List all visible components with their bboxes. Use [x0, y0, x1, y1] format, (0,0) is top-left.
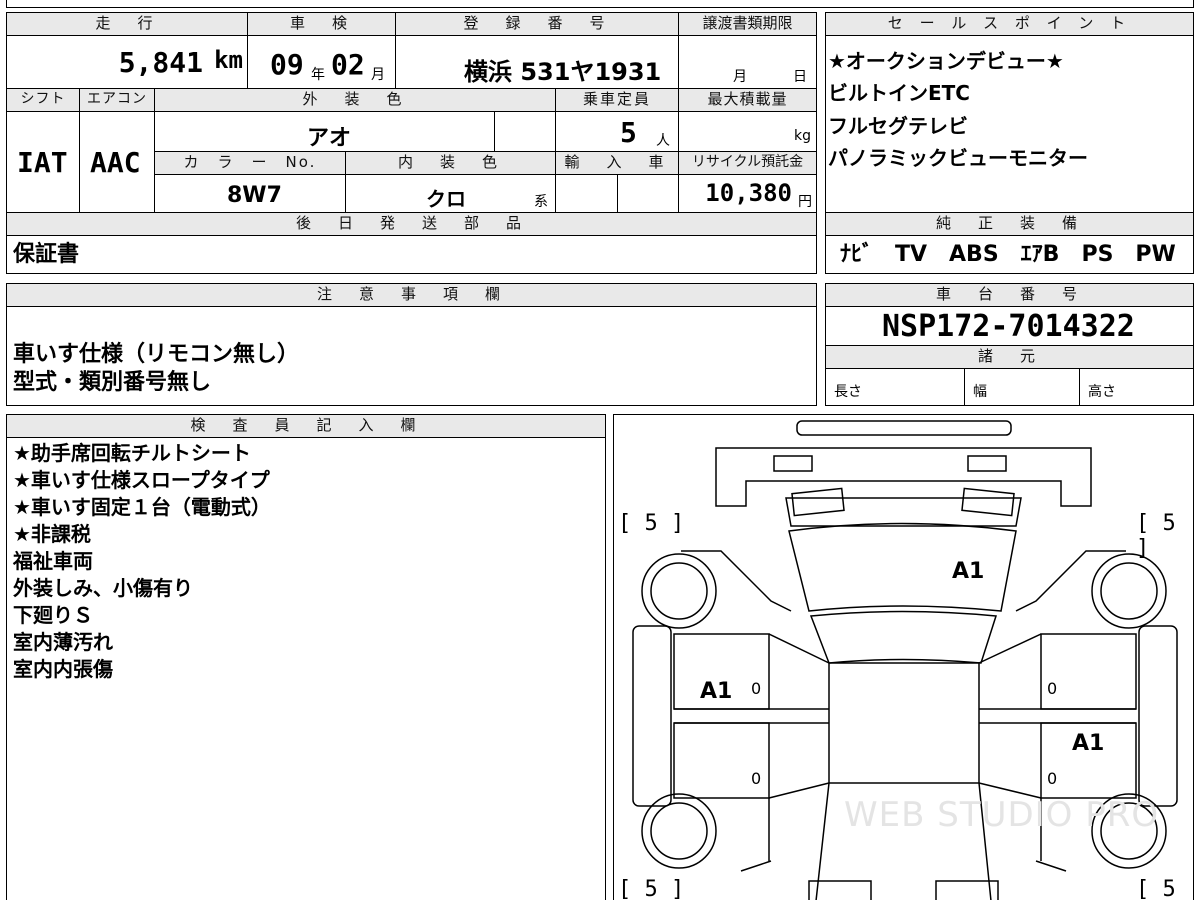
zero-mark-4: 0: [1047, 769, 1058, 788]
chassis-cell: NSP172-7014322: [825, 306, 1194, 346]
aircon-value: AAC: [90, 146, 141, 179]
chassis-value: NSP172-7014322: [882, 309, 1135, 344]
later-shipment-cell: 保証書: [6, 235, 817, 274]
inspector-line-6: 外装しみ、小傷有り: [13, 576, 193, 600]
color-no-cell: 8W7: [154, 174, 346, 213]
tire-tr-label: [ 5 ]: [1136, 511, 1176, 561]
shift-value: IAT: [17, 146, 68, 179]
exterior-color-cell: アオ: [154, 111, 495, 152]
shift-header: シフト: [6, 88, 80, 112]
specs-width-cell: 幅: [964, 368, 1080, 406]
left-door-damage-mark: A1: [700, 679, 733, 704]
interior-color-header: 内 装 色: [345, 151, 556, 175]
sales-point-1: ★オークションデビュー★: [828, 49, 1064, 73]
sales-points-header: セ ー ル ス ポ イ ン ト: [825, 12, 1194, 36]
specs-length-cell: 長さ: [825, 368, 965, 406]
zero-mark-2: 0: [1047, 679, 1058, 698]
interior-color-cell: クロ 系: [345, 174, 556, 213]
specs-header: 諸 元: [825, 345, 1194, 369]
specs-length-label: 長さ: [834, 384, 862, 400]
inspector-header: 検 査 員 記 入 欄: [6, 414, 606, 438]
import-header: 輸 入 車: [555, 151, 679, 175]
transfer-day-unit: 日: [793, 69, 807, 85]
tire-bl-label: [ 5 ]: [618, 877, 685, 900]
transfer-deadline-header: 譲渡書類期限: [678, 12, 817, 36]
inspector-line-1: ★助手席回転チルトシート: [13, 441, 251, 465]
max-load-unit: kg: [794, 128, 811, 144]
transfer-deadline-cell: 月 日: [678, 35, 817, 89]
capacity-header: 乗車定員: [555, 88, 679, 112]
inspector-box: ★助手席回転チルトシート ★車いす仕様スロープタイプ ★車いす固定１台（電動式）…: [6, 437, 606, 900]
mileage-value: 5,841: [118, 46, 203, 79]
interior-color-value: クロ: [426, 187, 466, 211]
capacity-unit: 人: [656, 133, 670, 149]
windshield-damage-mark: A1: [952, 559, 985, 584]
chassis-header: 車 台 番 号: [825, 283, 1194, 307]
color-no-header: カ ラ ー No.: [154, 151, 346, 175]
zero-mark-1: 0: [751, 679, 762, 698]
sales-point-3: フルセグテレビ: [828, 114, 968, 138]
capacity-value: 5: [620, 116, 637, 149]
inspector-line-9: 室内内張傷: [13, 657, 113, 681]
inspector-line-2: ★車いす仕様スロープタイプ: [13, 468, 270, 492]
recycle-header: リサイクル預託金: [678, 151, 817, 175]
specs-width-label: 幅: [973, 384, 987, 400]
inspector-line-3: ★車いす固定１台（電動式）: [13, 495, 271, 519]
notes-box: 車いす仕様（リモコン無し） 型式・類別番号無し: [6, 306, 817, 406]
specs-height-label: 高さ: [1088, 384, 1116, 400]
color-no-value: 8W7: [227, 183, 282, 208]
notes-line-1: 車いす仕様（リモコン無し）: [13, 342, 300, 367]
tire-tl-label: [ 5 ]: [618, 511, 685, 536]
genuine-equipment-cell: ﾅﾋﾞ TV ABS ｴｱB PS PW: [825, 235, 1194, 274]
mileage-header: 走 行: [6, 12, 248, 36]
shift-cell: IAT: [6, 111, 80, 213]
recycle-unit: 円: [798, 194, 812, 210]
shaken-header: 車 検: [247, 12, 396, 36]
registration-header: 登 録 番 号: [395, 12, 679, 36]
registration-number: 横浜 531ヤ1931: [464, 58, 662, 86]
mileage-cell: 5,841 km: [6, 35, 248, 89]
exterior-color-extra-cell: [494, 111, 556, 152]
shaken-year: 09: [270, 48, 304, 81]
interior-color-suffix: 系: [534, 194, 548, 210]
aircon-header: エアコン: [79, 88, 155, 112]
sales-points-box: ★オークションデビュー★ ビルトインETC フルセグテレビ パノラミックビューモ…: [825, 35, 1194, 213]
top-cutoff-strip: [6, 0, 1194, 8]
inspector-line-7: 下廻りＳ: [13, 603, 93, 627]
shaken-month: 02: [331, 48, 365, 81]
max-load-cell: kg: [678, 111, 817, 152]
car-diagram-box: [ 5 ] [ 5 ] [ 5 ] [ 5 ] A1 A1 A1 0 0 0 0…: [613, 414, 1194, 900]
notes-line-2: 型式・類別番号無し: [13, 370, 212, 395]
specs-height-cell: 高さ: [1079, 368, 1194, 406]
capacity-cell: 5 人: [555, 111, 679, 152]
shaken-month-unit: 月: [371, 67, 385, 83]
import-cell-right: [617, 174, 679, 213]
shaken-cell: 09 年 02 月: [247, 35, 396, 89]
later-shipment-header: 後 日 発 送 部 品: [6, 212, 817, 236]
inspector-line-5: 福祉車両: [13, 549, 93, 573]
max-load-header: 最大積載量: [678, 88, 817, 112]
watermark: WEB STUDIO PRO: [844, 795, 1160, 835]
aircon-cell: AAC: [79, 111, 155, 213]
sales-point-2: ビルトインETC: [828, 81, 970, 105]
recycle-cell: 10,380 円: [678, 174, 817, 213]
inspector-line-4: ★非課税: [13, 522, 91, 546]
shaken-year-unit: 年: [311, 67, 325, 83]
exterior-color-header: 外 装 色: [154, 88, 556, 112]
zero-mark-3: 0: [751, 769, 762, 788]
import-cell-left: [555, 174, 618, 213]
exterior-color-value: アオ: [307, 126, 352, 151]
genuine-equipment-header: 純 正 装 備: [825, 212, 1194, 236]
transfer-month-unit: 月: [733, 69, 747, 85]
notes-header: 注 意 事 項 欄: [6, 283, 817, 307]
genuine-equipment-value: ﾅﾋﾞ TV ABS ｴｱB PS PW: [840, 242, 1176, 267]
inspector-line-8: 室内薄汚れ: [13, 630, 113, 654]
registration-cell: 横浜 531ヤ1931: [395, 35, 679, 89]
later-shipment-value: 保証書: [13, 242, 80, 267]
right-door-damage-mark: A1: [1072, 731, 1105, 756]
recycle-value: 10,380: [705, 179, 792, 207]
sales-point-4: パノラミックビューモニター: [828, 146, 1088, 170]
mileage-unit: km: [214, 46, 243, 74]
tire-br-label: [ 5 ]: [1136, 877, 1176, 900]
